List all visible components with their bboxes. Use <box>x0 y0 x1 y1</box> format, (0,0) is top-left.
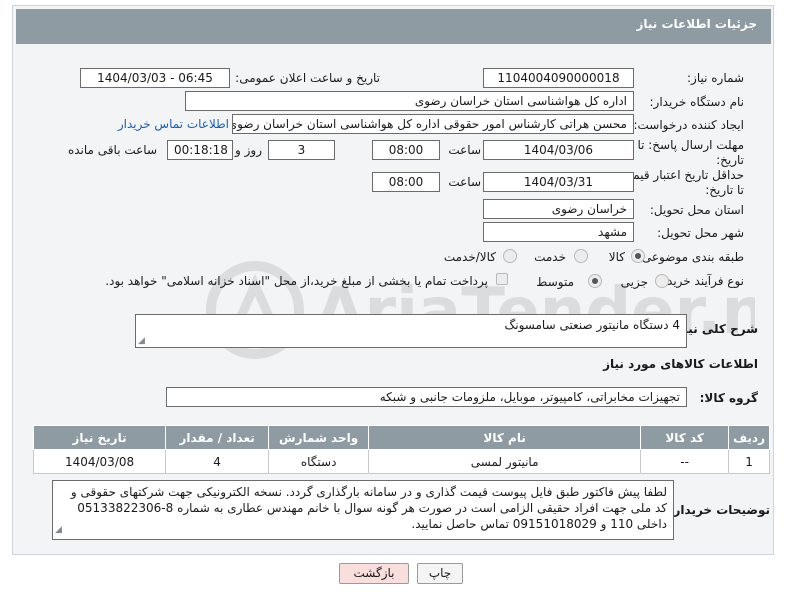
cell-item-name: مانیتور لمسی <box>368 449 642 474</box>
cell-row-num: 1 <box>728 449 770 474</box>
requester-label: ایجاد کننده درخواست: <box>633 118 744 132</box>
deadline-time-label: ساعت <box>448 143 481 157</box>
remaining-time-field[interactable]: 00:18:18 <box>167 140 233 160</box>
category-option-goods-service: کالا/خدمت <box>443 250 496 264</box>
buyer-notes-field[interactable]: لطفا پیش فاکتور طبق فایل پیوست قیمت گذار… <box>52 480 674 540</box>
category-option-goods: کالا <box>608 250 625 264</box>
buyer-notes-label: توضیحات خریدار: <box>668 503 770 517</box>
deadline-date-field[interactable]: 1404/03/06 <box>483 140 634 160</box>
treasury-payment-note: پرداخت تمام یا بخشی از مبلغ خرید،از محل … <box>105 274 488 288</box>
table-row: 1 -- مانیتور لمسی دستگاه 4 1404/03/08 <box>32 449 770 474</box>
col-header-item-code: کد کالا <box>640 425 730 450</box>
days-label: روز و <box>235 143 262 157</box>
col-header-quantity: تعداد / مقدار <box>165 425 270 450</box>
days-field[interactable]: 3 <box>268 140 335 160</box>
buyer-org-field[interactable]: اداره کل هواشناسی استان خراسان رضوی <box>185 91 634 111</box>
resize-grip-icon[interactable]: ◢ <box>55 522 62 538</box>
process-option-minor: جزیی <box>620 275 648 289</box>
panel-header: جزئیات اطلاعات نیاز <box>16 9 771 44</box>
goods-table-header-row: ردیف کد کالا نام کالا واحد شمارش تعداد /… <box>32 425 770 450</box>
goods-section-title: اطلاعات کالاهای مورد نیاز <box>603 357 758 371</box>
cell-need-date: 1404/03/08 <box>32 449 167 474</box>
col-header-unit: واحد شمارش <box>268 425 370 450</box>
process-option-medium: متوسط <box>536 275 574 289</box>
col-header-row-num: ردیف <box>728 425 770 450</box>
category-radio-goods-service[interactable] <box>503 249 517 263</box>
category-label: طبقه بندی موضوعی: <box>637 250 744 264</box>
category-option-service: خدمت <box>534 250 566 264</box>
cell-unit: دستگاه <box>268 449 370 474</box>
province-field[interactable]: خراسان رضوی <box>483 199 634 219</box>
need-number-label: شماره نیاز: <box>687 71 744 85</box>
description-field[interactable]: 4 دستگاه مانیتور صنعتی سامسونگ ◢ <box>135 314 687 348</box>
goods-group-label: گروه کالا: <box>699 391 758 405</box>
col-header-item-name: نام کالا <box>368 425 642 450</box>
province-label: استان محل تحویل: <box>649 203 744 217</box>
city-field[interactable]: مشهد <box>483 222 634 242</box>
process-radio-medium[interactable] <box>588 274 602 288</box>
deadline-label: مهلت ارسال پاسخ: تا تاریخ: <box>637 138 744 167</box>
need-number-field[interactable]: 1104004090000018 <box>483 68 634 88</box>
announce-datetime-field[interactable]: 1404/03/03 - 06:45 <box>80 68 230 88</box>
resize-grip-icon[interactable]: ◢ <box>138 336 145 346</box>
print-button[interactable]: چاپ <box>417 563 463 584</box>
goods-table: ردیف کد کالا نام کالا واحد شمارش تعداد /… <box>32 425 770 474</box>
treasury-payment-checkbox[interactable] <box>496 273 508 285</box>
price-validity-time-label: ساعت <box>448 175 481 189</box>
cell-quantity: 4 <box>165 449 270 474</box>
city-label: شهر محل تحویل: <box>657 226 744 240</box>
cell-item-code: -- <box>640 449 730 474</box>
announce-label: تاریخ و ساعت اعلان عمومی: <box>235 71 380 85</box>
category-radio-service[interactable] <box>574 249 588 263</box>
process-radio-minor[interactable] <box>655 274 669 288</box>
category-radio-goods[interactable] <box>631 249 645 263</box>
back-button[interactable]: بازگشت <box>339 563 409 584</box>
requester-field[interactable]: محسن هراتی کارشناس امور حقوقی اداره کل ه… <box>232 114 634 134</box>
deadline-time-field[interactable]: 08:00 <box>372 140 440 160</box>
col-header-need-date: تاریخ نیاز <box>32 425 167 450</box>
price-validity-time-field[interactable]: 08:00 <box>372 172 440 192</box>
remaining-label: ساعت باقی مانده <box>67 143 157 157</box>
panel-title: جزئیات اطلاعات نیاز <box>636 17 757 31</box>
description-text: 4 دستگاه مانیتور صنعتی سامسونگ <box>504 318 681 332</box>
goods-group-field[interactable]: تجهیزات مخابراتی، کامپیوتر، موبایل، ملزو… <box>166 387 687 407</box>
process-label: نوع فرآیند خرید : <box>659 274 744 288</box>
price-validity-date-field[interactable]: 1404/03/31 <box>483 172 634 192</box>
buyer-org-label: نام دستگاه خریدار: <box>649 95 745 109</box>
buyer-contact-link[interactable]: اطلاعات تماس خریدار <box>118 117 229 131</box>
buyer-notes-text: لطفا پیش فاکتور طبق فایل پیوست قیمت گذار… <box>70 485 667 531</box>
